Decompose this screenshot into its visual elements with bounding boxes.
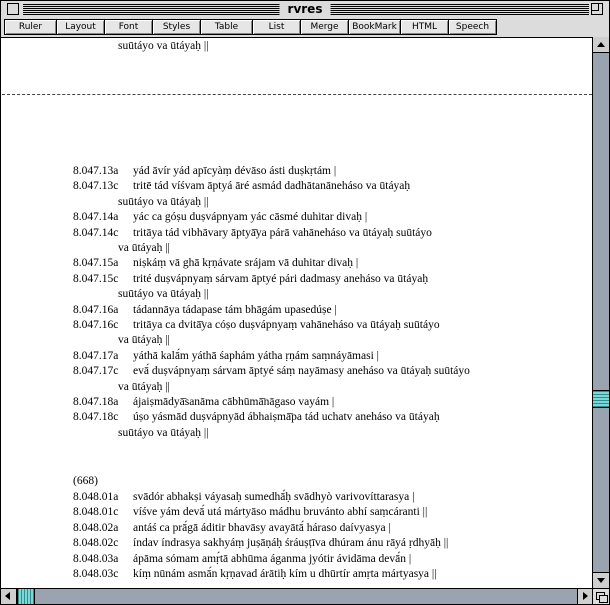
page-break-divider	[2, 94, 592, 95]
verse-reference: 8.048.02c	[73, 537, 119, 550]
zoom-box-icon[interactable]	[591, 3, 603, 15]
verse-continuation: suūtáyo va ūtáyaḥ ||	[118, 288, 209, 301]
styles-button[interactable]: Styles	[152, 19, 201, 35]
horizontal-scrollbar[interactable]	[0, 588, 593, 605]
verse-reference: 8.048.02a	[73, 521, 119, 534]
verse-reference: 8.047.17c	[73, 365, 119, 378]
verse-text: ájaiṣmādyā̄sanāma cābhūmā̄nāgaso vayám |	[133, 396, 335, 408]
verse-reference: 8.047.14a	[73, 211, 119, 224]
verse-text: antáś ca prā́gā áditir bhavāsy avayātā́ …	[133, 521, 391, 534]
verse-text: svādór abhakṣi váyasaḥ sumedhā́ḥ svādhyò…	[133, 491, 415, 503]
verse-reference: 8.047.17a	[73, 349, 119, 362]
bookmark-button[interactable]: BookMark	[348, 19, 401, 35]
verse-text: tritē tád víśvam āptyá āré asmád dadhāta…	[133, 180, 411, 193]
verse-continuation: suūtáyo va ūtáyaḥ ||	[118, 426, 209, 439]
scroll-left-arrow-icon[interactable]	[1, 589, 17, 604]
verse-reference: 8.047.16c	[73, 319, 119, 331]
verse-reference: 8.047.15a	[73, 257, 119, 270]
verse-reference: 8.047.13a	[73, 165, 119, 177]
verse-text: yác ca góṣu duṣvápnyam yác cāsmé duhitar…	[133, 211, 368, 224]
scroll-up-arrow-icon[interactable]	[593, 37, 609, 53]
html-button[interactable]: HTML	[400, 19, 449, 35]
vertical-scroll-thumb[interactable]	[593, 390, 609, 408]
verse-text: yád āvír yád apīcyàṃ dévāso ásti duṣkṛtá…	[133, 165, 337, 177]
verse-text: índav índrasya sakhyáṃ juṣāṇáḥ śráuṣṭīva…	[133, 537, 449, 550]
verse-text: yáthā kalā́m yáthā śaphám yátha ṛṇám saṃ…	[133, 349, 379, 362]
vertical-scrollbar[interactable]	[592, 37, 610, 588]
verse-continuation: va ūtáyaḥ ||	[118, 242, 170, 254]
verse-text: tádannāya tádapase tám bhāgám upasedúṣe …	[133, 303, 337, 316]
verse-text: tritāya ca dvitā̄ya cóṣo duṣvápnyaṃ vahā…	[133, 319, 440, 331]
verse-reference: 8.048.01c	[73, 506, 119, 519]
verse-reference: 8.047.13c	[73, 180, 119, 193]
verse-reference: 8.048.03a	[73, 552, 119, 565]
verse-reference: 8.047.18a	[73, 396, 119, 408]
horizontal-scroll-thumb[interactable]	[17, 589, 35, 604]
verse-text: trité duṣvápnyaṃ sárvam āptyé pári dadma…	[133, 272, 429, 285]
list-button[interactable]: List	[252, 19, 301, 35]
document-text-area[interactable]: suūtáyo va ūtáyaḥ || 8.047.13a yád āvír y…	[0, 38, 593, 588]
verse-continuation: suūtáyo va ūtáyaḥ ||	[118, 40, 209, 52]
toolbar: Ruler Layout Font Styles Table List Merg…	[0, 17, 610, 38]
layout-button[interactable]: Layout	[56, 19, 105, 35]
speech-button[interactable]: Speech	[448, 19, 497, 35]
scroll-down-arrow-icon[interactable]	[593, 572, 609, 588]
verse-continuation: suūtáyo va ūtáyaḥ ||	[118, 195, 209, 208]
verse-text: evā́ duṣvápnyaṃ sárvam āptyé sáṃ nayāmas…	[133, 365, 470, 378]
verse-text: tritāya tád vibhāvary āptyā̄ya párā vahā…	[133, 226, 432, 239]
verse-reference: 8.048.03c	[73, 568, 119, 580]
verse-text: úṣo yásmād duṣvápnyād ábhaiṣmā̄pa tád uc…	[133, 411, 440, 424]
close-box-icon[interactable]	[7, 3, 19, 15]
verse-reference: 8.048.01a	[73, 491, 119, 503]
font-button[interactable]: Font	[104, 19, 153, 35]
merge-button[interactable]: Merge	[300, 19, 349, 35]
verse-reference: 8.047.14c	[73, 226, 119, 239]
verse-reference: 8.047.15c	[73, 272, 119, 285]
resize-grow-box-icon[interactable]	[592, 588, 610, 605]
verse-text: ápāma sómam amṛ́tā abhūma áganma jyótir …	[133, 552, 412, 565]
verse-text: kíṃ nūnám asmā́n kṛṇavad árātiḥ kím u dh…	[133, 568, 437, 580]
window-title: rvres	[279, 1, 331, 17]
table-button[interactable]: Table	[200, 19, 253, 35]
hymn-number: (668)	[73, 475, 98, 487]
verse-continuation: va ūtáyaḥ ||	[118, 380, 170, 393]
verse-reference: 8.047.16a	[73, 303, 119, 316]
ruler-button[interactable]: Ruler	[4, 19, 57, 35]
title-bar[interactable]: rvres	[0, 0, 610, 18]
scroll-right-arrow-icon[interactable]	[577, 589, 593, 604]
verse-text: víśve yám devā́ utá mártyāso mádhu bruvá…	[133, 506, 428, 519]
verse-text: niṣkáṃ vā ghā kṛṇávate srájam vā duhitar…	[133, 257, 359, 270]
verse-continuation: va ūtáyaḥ ||	[118, 334, 170, 347]
verse-reference: 8.047.18c	[73, 411, 119, 424]
